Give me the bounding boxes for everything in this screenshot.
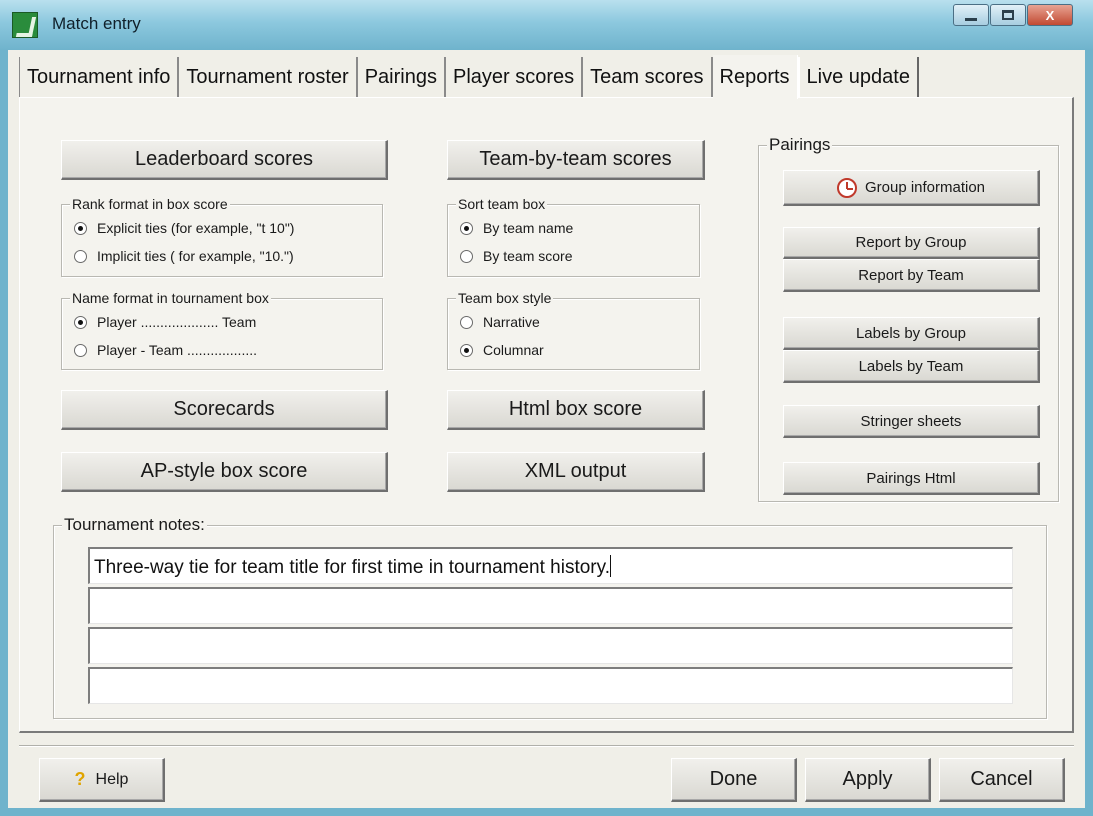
name-format-title: Name format in tournament box — [70, 290, 271, 306]
radio-implicit-ties[interactable]: Implicit ties ( for example, "10.") — [74, 248, 294, 264]
notes-line-text: Three-way tie for team title for first t… — [94, 557, 610, 578]
tab-pairings[interactable]: Pairings — [357, 57, 446, 97]
radio-player-team[interactable]: Player .................... Team — [74, 314, 256, 330]
notes-line-4[interactable] — [88, 667, 1013, 704]
radio-button[interactable] — [460, 343, 473, 357]
radio-label: Implicit ties ( for example, "10.") — [97, 248, 294, 264]
notes-line-3[interactable] — [88, 627, 1013, 664]
radio-button[interactable] — [460, 315, 473, 329]
radio-label: Player - Team .................. — [97, 342, 258, 358]
team-box-style-group: Team box style Narrative Columnar — [447, 290, 700, 370]
radio-button[interactable] — [460, 221, 473, 235]
match-entry-window: Match entry X Tournament info Tournament… — [0, 0, 1093, 816]
radio-button[interactable] — [74, 249, 87, 263]
radio-button[interactable] — [74, 315, 87, 329]
window-controls: X — [952, 4, 1073, 26]
team-box-style-title: Team box style — [456, 290, 554, 306]
report-by-group-button[interactable]: Report by Group — [783, 227, 1040, 259]
help-button[interactable]: ? Help — [39, 758, 165, 802]
name-format-group: Name format in tournament box Player ...… — [61, 290, 383, 370]
labels-by-team-button[interactable]: Labels by Team — [783, 350, 1040, 383]
title-bar[interactable]: Match entry X — [0, 0, 1093, 50]
maximize-button[interactable] — [990, 4, 1026, 26]
tab-reports[interactable]: Reports — [712, 55, 798, 99]
radio-player-dash-team[interactable]: Player - Team .................. — [74, 342, 257, 358]
apply-button[interactable]: Apply — [805, 758, 931, 802]
sort-team-box-title: Sort team box — [456, 196, 548, 212]
footer-divider — [19, 745, 1074, 747]
radio-narrative[interactable]: Narrative — [460, 314, 540, 330]
stringer-sheets-button[interactable]: Stringer sheets — [783, 405, 1040, 438]
pairings-group: Pairings Group information Report by Gro… — [758, 135, 1059, 502]
radio-button[interactable] — [74, 221, 87, 235]
html-box-score-button[interactable]: Html box score — [447, 390, 705, 430]
scorecards-button[interactable]: Scorecards — [61, 390, 388, 430]
tab-team-scores[interactable]: Team scores — [583, 57, 713, 97]
team-by-team-scores-button[interactable]: Team-by-team scores — [447, 140, 705, 180]
tab-tournament-roster[interactable]: Tournament roster — [179, 57, 358, 97]
radio-label: By team name — [483, 220, 574, 236]
tab-live-update[interactable]: Live update — [797, 57, 919, 97]
radio-label: Explicit ties (for example, "t 10") — [97, 220, 295, 236]
radio-label: Player .................... Team — [97, 314, 257, 330]
done-button[interactable]: Done — [671, 758, 797, 802]
help-label: Help — [95, 770, 129, 788]
maximize-icon — [1002, 10, 1014, 20]
pairings-title: Pairings — [767, 135, 833, 155]
rank-format-group: Rank format in box score Explicit ties (… — [61, 196, 383, 277]
tournament-notes-title: Tournament notes: — [62, 515, 207, 535]
group-information-label: Group information — [864, 179, 986, 196]
sort-team-box-group: Sort team box By team name By team score — [447, 196, 700, 277]
cancel-button[interactable]: Cancel — [939, 758, 1065, 802]
group-information-button[interactable]: Group information — [783, 170, 1040, 206]
minimize-icon — [965, 17, 977, 21]
labels-by-group-button[interactable]: Labels by Group — [783, 317, 1040, 350]
radio-label: Columnar — [483, 342, 544, 358]
leaderboard-scores-button[interactable]: Leaderboard scores — [61, 140, 388, 180]
radio-button[interactable] — [74, 343, 87, 357]
tab-strip: Tournament info Tournament roster Pairin… — [19, 55, 919, 99]
minimize-button[interactable] — [953, 4, 989, 26]
close-icon: X — [1045, 7, 1055, 23]
radio-columnar[interactable]: Columnar — [460, 342, 544, 358]
radio-by-team-score[interactable]: By team score — [460, 248, 572, 264]
text-caret — [610, 555, 611, 577]
notes-line-1[interactable]: Three-way tie for team title for first t… — [88, 547, 1013, 584]
clock-icon — [836, 177, 857, 198]
xml-output-button[interactable]: XML output — [447, 452, 705, 492]
tab-tournament-info[interactable]: Tournament info — [19, 57, 180, 97]
question-mark-icon: ? — [74, 769, 86, 789]
radio-label: By team score — [483, 248, 573, 264]
ap-style-box-score-button[interactable]: AP-style box score — [61, 452, 388, 492]
window-title: Match entry — [52, 14, 141, 33]
radio-label: Narrative — [483, 314, 540, 330]
radio-explicit-ties[interactable]: Explicit ties (for example, "t 10") — [74, 220, 294, 236]
radio-by-team-name[interactable]: By team name — [460, 220, 573, 236]
rank-format-title: Rank format in box score — [70, 196, 230, 212]
tab-player-scores[interactable]: Player scores — [445, 57, 584, 97]
app-icon — [12, 12, 38, 38]
notes-line-2[interactable] — [88, 587, 1013, 624]
report-by-team-button[interactable]: Report by Team — [783, 259, 1040, 292]
radio-button[interactable] — [460, 249, 473, 263]
close-button[interactable]: X — [1027, 4, 1073, 26]
pairings-html-button[interactable]: Pairings Html — [783, 462, 1040, 495]
